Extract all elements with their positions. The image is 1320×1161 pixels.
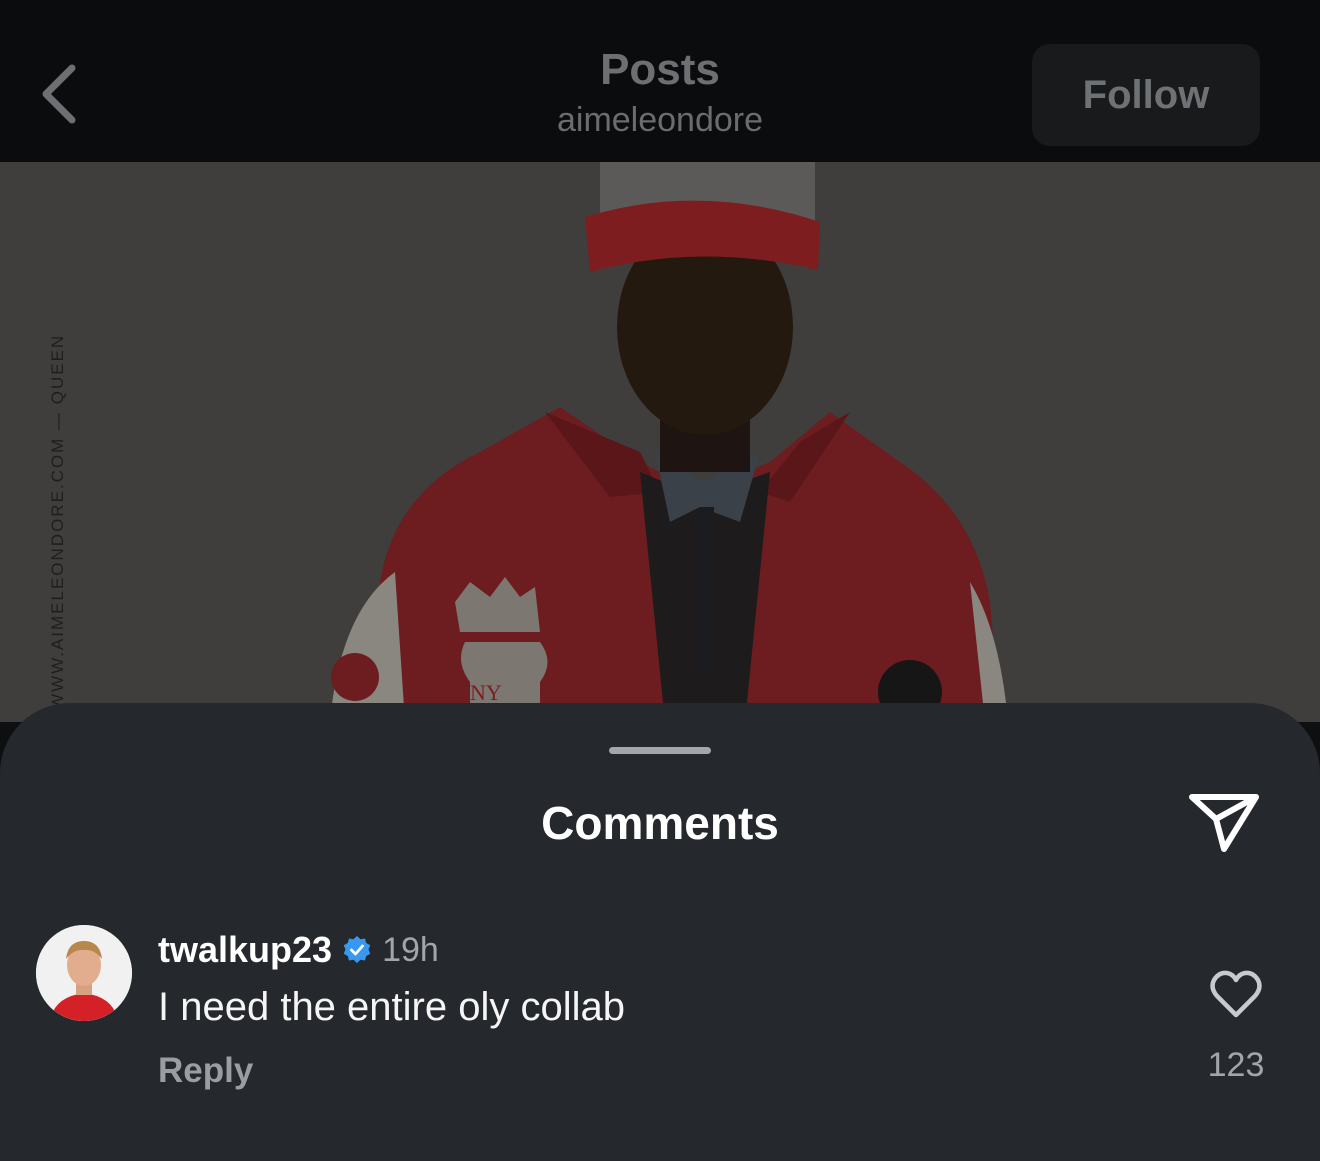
header-titles: Posts aimeleondore — [360, 40, 960, 142]
reply-button[interactable]: Reply — [158, 1051, 253, 1091]
instagram-post-screen: NY WINTER 2025 — WWW.AIMELEONDORE.COM — … — [0, 0, 1320, 1161]
comment-header: twalkup23 19h — [158, 925, 439, 975]
comment-item: twalkup23 19h I need the entire oly coll… — [0, 921, 1320, 1121]
comments-title: Comments — [541, 797, 779, 849]
patch-text: NY — [470, 680, 502, 705]
post-side-caption: WINTER 2025 — WWW.AIMELEONDORE.COM — QUE… — [48, 333, 67, 722]
like-button[interactable] — [1208, 969, 1264, 1019]
post-photo-illustration: NY — [0, 162, 1320, 722]
page-title: Posts — [600, 45, 720, 94]
comment-username[interactable]: twalkup23 — [158, 929, 332, 971]
avatar-photo — [36, 925, 132, 1021]
avatar[interactable] — [36, 925, 132, 1021]
chevron-left-icon — [42, 64, 76, 124]
account-name[interactable]: aimeleondore — [360, 98, 960, 142]
comment-text: I need the entire oly collab — [158, 985, 625, 1029]
verified-badge-icon — [343, 936, 371, 963]
comments-sheet: Comments twalkup23 19h I need the entire… — [0, 703, 1320, 1161]
heart-icon — [1210, 970, 1262, 1018]
sheet-drag-handle[interactable] — [609, 747, 711, 754]
send-icon — [1189, 794, 1259, 852]
follow-button[interactable]: Follow — [1032, 44, 1260, 146]
post-image[interactable]: NY WINTER 2025 — WWW.AIMELEONDORE.COM — … — [0, 162, 1320, 722]
back-button[interactable] — [30, 58, 86, 130]
like-count: 123 — [1207, 1046, 1265, 1084]
comment-timestamp: 19h — [382, 930, 439, 969]
share-button[interactable] — [1186, 787, 1262, 857]
top-bar: Posts aimeleondore Follow — [0, 0, 1320, 162]
